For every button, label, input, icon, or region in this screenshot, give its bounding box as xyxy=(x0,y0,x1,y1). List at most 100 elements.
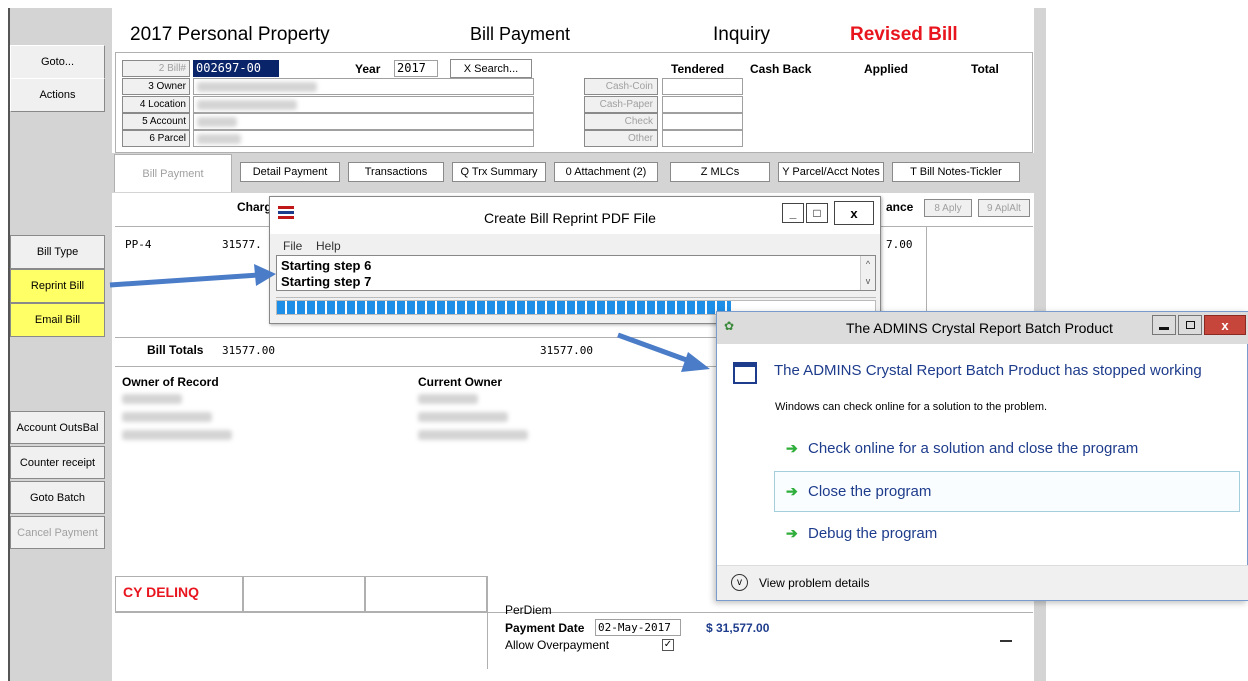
current-owner-heading: Current Owner xyxy=(418,375,503,389)
other-button[interactable]: Other xyxy=(584,130,658,147)
payment-date-field[interactable]: 02-May-2017 xyxy=(595,619,681,636)
goto-button[interactable]: Goto... xyxy=(10,45,105,79)
cash-back-header: Cash Back xyxy=(750,62,812,76)
scroll-down-icon[interactable]: v xyxy=(861,273,875,290)
bottom-divider xyxy=(487,576,488,669)
bill-totals-net: 31577.00 xyxy=(540,344,593,357)
window-icon xyxy=(733,362,757,384)
crash-app-icon: ✿ xyxy=(724,319,735,333)
option-check-online-label[interactable]: Check online for a solution and close th… xyxy=(808,440,1138,457)
progress-divider xyxy=(276,297,876,298)
progress-maximize-button[interactable]: □ xyxy=(806,203,828,223)
redacted-owner-line1 xyxy=(122,394,182,404)
cy-delinq-label: CY DELINQ xyxy=(123,584,199,600)
account-outsbal-button[interactable]: Account OutsBal xyxy=(10,411,105,444)
cancel-payment-button[interactable]: Cancel Payment xyxy=(10,516,105,549)
reprint-bill-button[interactable]: Reprint Bill xyxy=(10,269,105,303)
redacted-current-line1 xyxy=(418,394,478,404)
debug-arrow-icon: ➔ xyxy=(786,525,798,541)
progress-bar-fill xyxy=(277,301,732,314)
progress-close-button[interactable]: x xyxy=(834,201,874,225)
crash-heading: The ADMINS Crystal Report Batch Product … xyxy=(774,362,1202,379)
delinq-cell-2 xyxy=(243,576,365,612)
year-field[interactable]: 2017 xyxy=(394,60,438,77)
expand-details-icon[interactable]: v xyxy=(731,574,748,591)
redacted-account xyxy=(197,117,237,127)
delinq-cell-3 xyxy=(365,576,487,612)
menu-help[interactable]: Help xyxy=(316,239,341,253)
redacted-parcel xyxy=(197,134,241,144)
search-button[interactable]: X Search... xyxy=(450,59,532,78)
tab-bill-payment[interactable]: Bill Payment xyxy=(114,154,232,192)
bill-totals-charge: 31577.00 xyxy=(222,344,275,357)
crash-minimize-button[interactable] xyxy=(1152,315,1176,335)
account-label[interactable]: 5 Account xyxy=(122,113,190,130)
bill-totals-label: Bill Totals xyxy=(147,343,204,357)
check-online-arrow-icon: ➔ xyxy=(786,440,798,456)
bill-type-button[interactable]: Bill Type xyxy=(10,235,105,269)
bill-payment-heading: Bill Payment xyxy=(470,24,571,44)
parcel-label[interactable]: 6 Parcel xyxy=(122,130,190,147)
tendered-header: Tendered xyxy=(671,62,725,76)
cash-paper-button[interactable]: Cash-Paper xyxy=(584,96,658,113)
other-field[interactable] xyxy=(662,130,743,147)
bill-number-label[interactable]: 2 Bill# xyxy=(122,60,190,77)
page-title: 2017 Personal Property xyxy=(130,24,330,45)
view-problem-details-link[interactable]: View problem details xyxy=(759,576,870,590)
tab-bill-notes[interactable]: T Bill Notes-Tickler xyxy=(892,162,1020,182)
tab-transactions[interactable]: Transactions xyxy=(348,162,444,182)
email-bill-button[interactable]: Email Bill xyxy=(10,303,105,337)
redacted-location xyxy=(197,100,297,110)
tab-mlcs[interactable]: Z MLCs xyxy=(670,162,770,182)
tab-detail-payment[interactable]: Detail Payment xyxy=(240,162,340,182)
option-close-program-label[interactable]: Close the program xyxy=(808,483,931,500)
option-debug-label[interactable]: Debug the program xyxy=(808,525,937,542)
crash-maximize-button[interactable] xyxy=(1178,315,1202,335)
account-field[interactable] xyxy=(193,113,534,130)
location-label[interactable]: 4 Location xyxy=(122,96,190,113)
tab-attachment[interactable]: 0 Attachment (2) xyxy=(554,162,658,182)
redacted-current-line2 xyxy=(418,412,508,422)
crash-close-button[interactable]: x xyxy=(1204,315,1246,335)
cash-paper-field[interactable] xyxy=(662,96,743,113)
owner-label[interactable]: 3 Owner xyxy=(122,78,190,95)
tab-parcel-notes[interactable]: Y Parcel/Acct Notes xyxy=(778,162,884,182)
cash-coin-field[interactable] xyxy=(662,78,743,95)
menu-file[interactable]: File xyxy=(283,239,302,253)
apply-button[interactable]: 8 Aply xyxy=(924,199,972,217)
allow-overpayment-label: Allow Overpayment xyxy=(505,638,610,652)
scroll-up-icon[interactable]: ^ xyxy=(861,256,875,273)
app-menu-icon[interactable] xyxy=(278,206,294,220)
per-diem-label: PerDiem xyxy=(505,603,552,617)
apply-alt-button[interactable]: 9 AplAlt xyxy=(978,199,1030,217)
tab-trx-summary[interactable]: Q Trx Summary xyxy=(452,162,546,182)
owner-of-record-heading: Owner of Record xyxy=(122,375,219,389)
minimize-dash-icon xyxy=(1000,640,1012,642)
crash-dialog-title: The ADMINS Crystal Report Batch Product xyxy=(846,320,1113,336)
row-charge: 31577. xyxy=(222,238,262,251)
cash-coin-button[interactable]: Cash-Coin xyxy=(584,78,658,95)
log-line-1: Starting step 6 xyxy=(281,258,372,273)
total-header: Total xyxy=(971,62,999,76)
row-balance: 7.00 xyxy=(886,238,913,251)
check-button[interactable]: Check xyxy=(584,113,658,130)
redacted-owner xyxy=(197,82,317,92)
bill-number-field[interactable]: 002697-00 xyxy=(193,60,279,77)
close-program-arrow-icon: ➔ xyxy=(786,483,798,499)
redacted-current-line3 xyxy=(418,430,528,440)
amount-due-value: $ 31,577.00 xyxy=(706,621,770,635)
counter-receipt-button[interactable]: Counter receipt xyxy=(10,446,105,479)
crash-subtext: Windows can check online for a solution … xyxy=(775,401,1048,413)
balance-column-header: ance xyxy=(886,200,914,214)
allow-overpayment-checkbox[interactable]: ✓ xyxy=(662,639,674,651)
goto-batch-button[interactable]: Goto Batch xyxy=(10,481,105,514)
parcel-field[interactable] xyxy=(193,130,534,147)
check-field[interactable] xyxy=(662,113,743,130)
progress-dialog-title: Create Bill Reprint PDF File xyxy=(484,210,656,226)
progress-minimize-button[interactable]: _ xyxy=(782,203,804,223)
inquiry-heading: Inquiry xyxy=(713,24,771,45)
actions-button[interactable]: Actions xyxy=(10,78,105,112)
log-scrollbar[interactable]: ^ v xyxy=(860,256,875,290)
applied-header: Applied xyxy=(864,62,908,76)
revised-bill-heading: Revised Bill xyxy=(850,24,958,45)
